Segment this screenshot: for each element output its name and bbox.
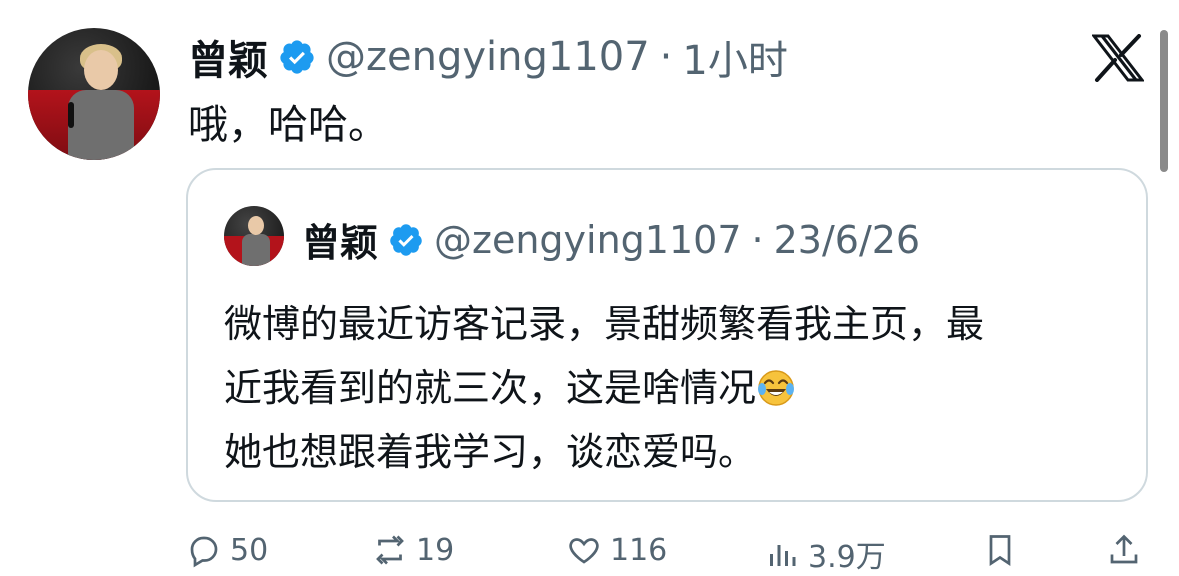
quoted-text-line: 近我看到的就三次，这是啥情况 — [224, 356, 1124, 420]
tweet-header: 曾颖 @zengying1107 · 1小时 — [188, 28, 788, 86]
tweet-time[interactable]: 1小时 — [682, 28, 787, 86]
x-logo-icon[interactable] — [1092, 34, 1144, 82]
share-icon — [1110, 534, 1138, 564]
author-name[interactable]: 曾颖 — [188, 28, 268, 86]
views-icon — [770, 545, 796, 566]
bookmark-icon — [989, 535, 1011, 567]
separator-dot: · — [751, 217, 764, 262]
quoted-text-line: 她也想跟着我学习，谈恋爱吗。 — [224, 430, 757, 474]
avatar-microphone — [68, 102, 74, 128]
heart-icon — [569, 538, 599, 564]
quoted-tweet-text: 微博的最近访客记录，景甜频繁看我主页，最 近我看到的就三次，这是啥情况 她也想跟… — [224, 292, 1124, 484]
quoted-avatar-figure — [242, 234, 270, 266]
quoted-author-handle[interactable]: @zengying1107 — [434, 218, 742, 262]
quoted-text-segment: 近我看到的就三次，这是啥情况 — [224, 366, 757, 410]
avatar-face — [84, 50, 118, 90]
quoted-avatar-face — [248, 216, 264, 235]
quoted-tweet-header: 曾颖 @zengying1107 · 23/6/26 — [302, 212, 920, 267]
repost-icon — [376, 535, 404, 565]
quoted-author-avatar[interactable] — [224, 206, 284, 266]
quoted-tweet[interactable]: 曾颖 @zengying1107 · 23/6/26 微博的最近访客记录，景甜频… — [186, 168, 1148, 502]
verified-badge-icon — [280, 40, 314, 74]
tweet-actions: 50 19 116 3.9万 — [186, 532, 1146, 575]
like-count: 116 — [610, 532, 668, 568]
quoted-author-name[interactable]: 曾颖 — [302, 212, 378, 267]
share-button[interactable] — [1106, 532, 1142, 568]
reply-count: 50 — [230, 532, 269, 568]
bookmark-button[interactable] — [982, 532, 1018, 568]
author-handle[interactable]: @zengying1107 — [326, 34, 650, 80]
quoted-text-line: 微博的最近访客记录，景甜频繁看我主页，最 — [224, 302, 985, 346]
verified-badge-icon — [390, 223, 422, 256]
separator-dot: · — [659, 34, 673, 80]
face-with-tears-of-joy-icon — [758, 370, 795, 406]
views-count: 3.9万 — [808, 540, 886, 575]
quoted-tweet-date[interactable]: 23/6/26 — [774, 218, 921, 262]
reply-button[interactable]: 50 — [186, 532, 268, 568]
avatar-figure — [68, 90, 134, 160]
repost-button[interactable]: 19 — [372, 532, 454, 568]
scrollbar[interactable] — [1160, 30, 1168, 172]
author-avatar[interactable] — [28, 28, 160, 160]
views-button[interactable]: 3.9万 — [764, 532, 886, 576]
tweet-text: 哦，哈哈。 — [188, 102, 388, 148]
repost-count: 19 — [416, 532, 455, 568]
like-button[interactable]: 116 — [566, 532, 667, 568]
reply-icon — [190, 536, 218, 568]
